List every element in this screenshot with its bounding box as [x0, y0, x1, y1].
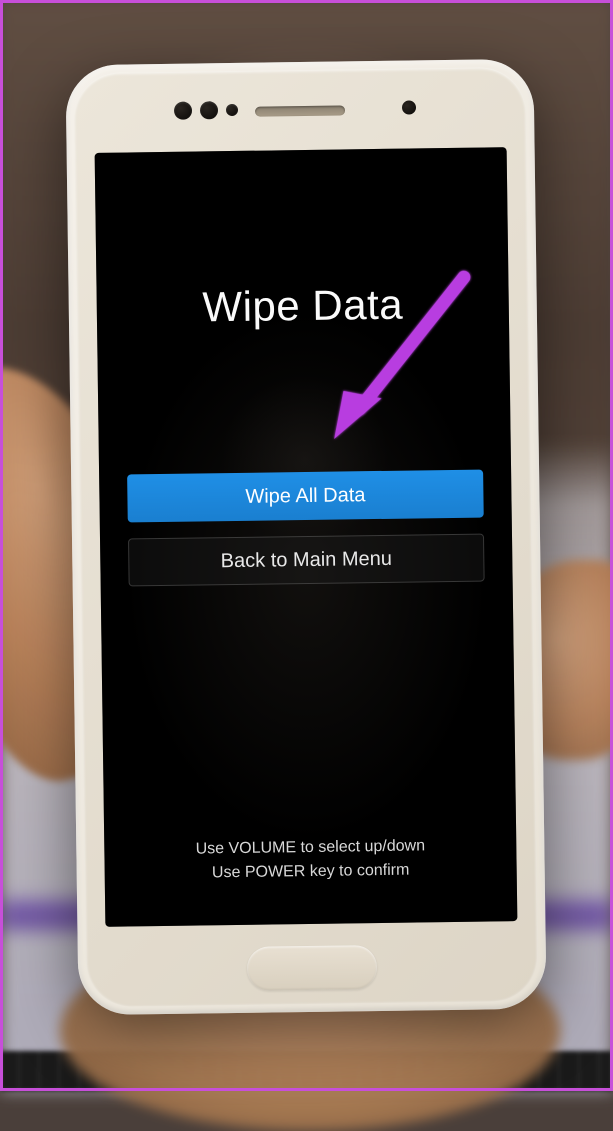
menu-item-back-to-main-menu[interactable]: Back to Main Menu — [128, 534, 485, 587]
hint-line-2: Use POWER key to confirm — [105, 857, 517, 887]
page-title: Wipe Data — [202, 281, 403, 332]
menu-item-wipe-all-data[interactable]: Wipe All Data — [127, 470, 484, 523]
recovery-menu: Wipe Data Wipe All Data Back to Main Men… — [95, 147, 518, 927]
phone-screen: Wipe Data Wipe All Data Back to Main Men… — [95, 147, 518, 927]
navigation-hint: Use VOLUME to select up/down Use POWER k… — [104, 833, 517, 887]
earpiece-speaker — [255, 105, 345, 116]
front-sensors — [174, 101, 238, 120]
menu-group: Wipe All Data Back to Main Menu — [127, 470, 485, 587]
home-button[interactable] — [247, 945, 378, 991]
background-keyboard — [0, 1051, 613, 1091]
front-camera — [402, 100, 416, 114]
phone-device: Wipe Data Wipe All Data Back to Main Men… — [65, 59, 546, 1015]
